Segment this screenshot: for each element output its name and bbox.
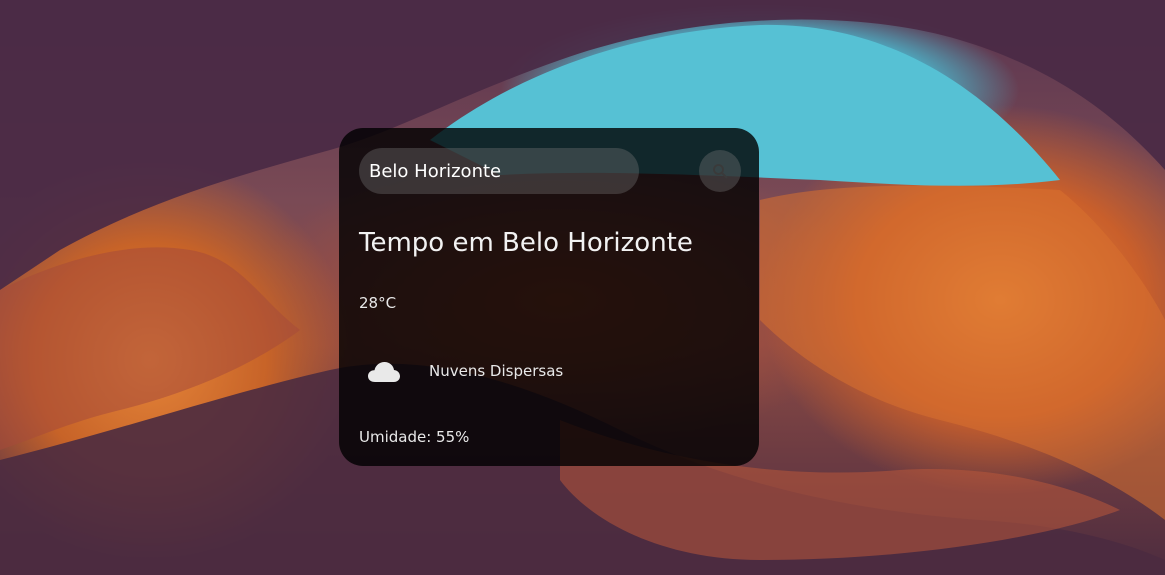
- weather-card: Tempo em Belo Horizonte 28°C Nuvens Disp…: [339, 128, 759, 466]
- humidity: Umidade: 55%: [359, 428, 470, 446]
- weather-title: Tempo em Belo Horizonte: [359, 228, 693, 258]
- temperature: 28°C: [359, 294, 397, 312]
- cloud-icon: [368, 362, 400, 382]
- search-input[interactable]: [359, 148, 639, 194]
- weather-condition: Nuvens Dispersas: [359, 352, 739, 392]
- search-icon: [713, 164, 728, 179]
- search-bar: [359, 148, 741, 194]
- weather-description: Nuvens Dispersas: [429, 362, 564, 380]
- search-button[interactable]: [699, 150, 741, 192]
